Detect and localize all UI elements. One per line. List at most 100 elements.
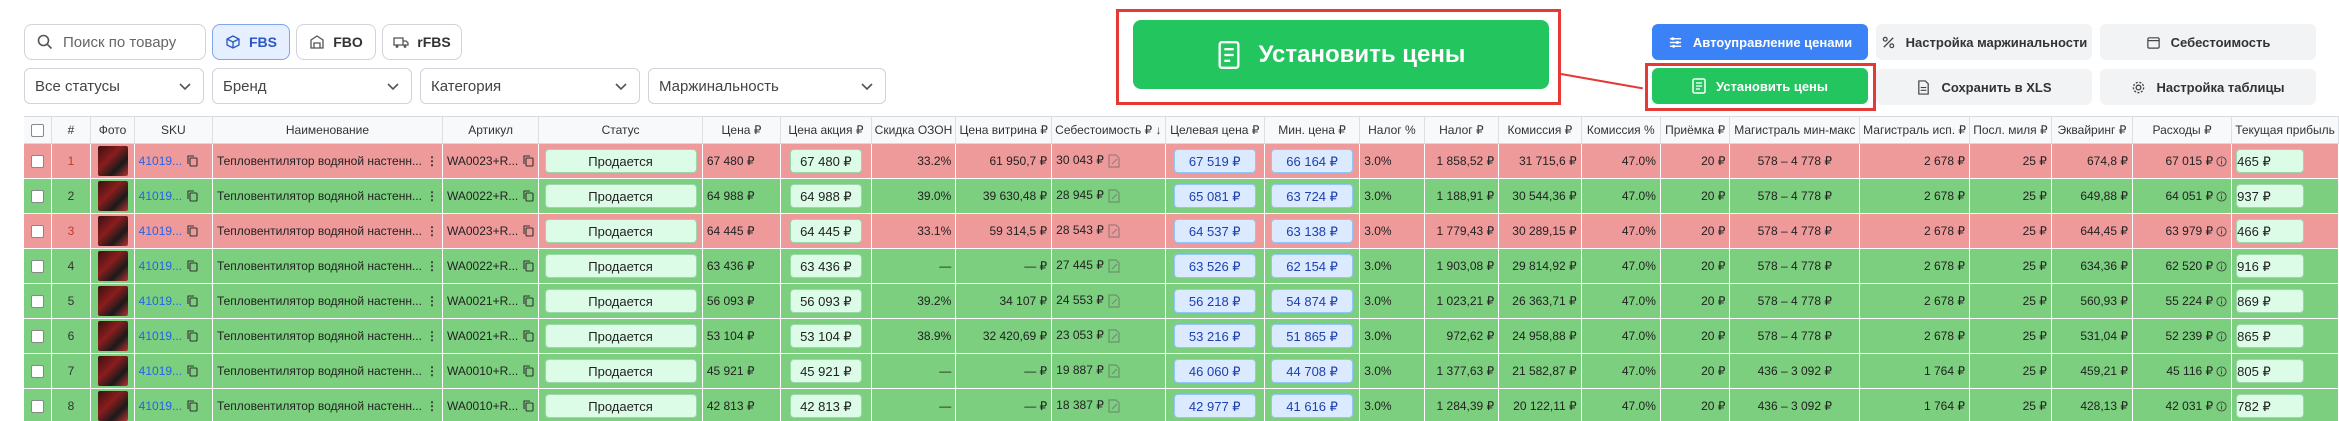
sku-link[interactable]: 41019... bbox=[139, 259, 182, 273]
promo-price-input[interactable]: 64 988 ₽ bbox=[789, 183, 862, 208]
column-header[interactable]: Налог % bbox=[1359, 117, 1425, 144]
set-prices-big-button[interactable]: Установить цены bbox=[1133, 20, 1549, 89]
table-row[interactable]: 3 41019... Тепловентилятор водяной настенн… bbox=[24, 213, 2339, 249]
product-photo[interactable] bbox=[97, 250, 128, 281]
column-header[interactable]: Комиссия ₽ bbox=[1498, 117, 1582, 144]
row-checkbox[interactable] bbox=[30, 364, 44, 378]
sku-cell[interactable]: 41019... bbox=[134, 213, 213, 249]
row-select-cell[interactable] bbox=[24, 143, 52, 179]
column-header[interactable]: Приёмка ₽ bbox=[1660, 117, 1731, 144]
info-icon[interactable] bbox=[2216, 401, 2227, 412]
edit-cost-icon[interactable] bbox=[1107, 294, 1121, 308]
product-photo[interactable] bbox=[97, 390, 128, 421]
info-icon[interactable] bbox=[2216, 366, 2227, 377]
status-badge[interactable]: Продается bbox=[544, 148, 697, 173]
sku-cell[interactable]: 41019... bbox=[134, 353, 213, 389]
row-select-cell[interactable] bbox=[24, 283, 52, 319]
promo-price-input[interactable]: 56 093 ₽ bbox=[789, 288, 862, 313]
promo-price-input[interactable]: 53 104 ₽ bbox=[789, 323, 862, 348]
min-price-input[interactable]: 44 708 ₽ bbox=[1271, 358, 1354, 383]
row-checkbox[interactable] bbox=[30, 259, 44, 273]
photo-cell[interactable] bbox=[90, 283, 135, 319]
target-price-input[interactable]: 63 526 ₽ bbox=[1173, 253, 1256, 278]
column-header[interactable]: Фото bbox=[90, 117, 135, 144]
target-price-input[interactable]: 64 537 ₽ bbox=[1173, 218, 1256, 243]
more-menu-icon[interactable]: ⋮ bbox=[426, 329, 438, 343]
info-icon[interactable] bbox=[2216, 191, 2227, 202]
column-header[interactable]: Комиссия % bbox=[1581, 117, 1661, 144]
copy-icon[interactable] bbox=[523, 155, 534, 167]
mode-rfbs-button[interactable]: rFBS bbox=[382, 24, 462, 60]
column-header[interactable]: Себестоимость ₽ ↓ bbox=[1051, 117, 1166, 144]
info-icon[interactable] bbox=[2216, 226, 2227, 237]
photo-cell[interactable] bbox=[90, 318, 135, 354]
select-all-checkbox[interactable] bbox=[30, 123, 44, 137]
row-checkbox[interactable] bbox=[30, 329, 44, 343]
column-header[interactable]: Цена витрина ₽ bbox=[955, 117, 1053, 144]
promo-price-input[interactable]: 42 813 ₽ bbox=[789, 393, 862, 418]
min-price-input[interactable]: 63 724 ₽ bbox=[1271, 183, 1354, 208]
edit-cost-icon[interactable] bbox=[1107, 224, 1121, 238]
more-menu-icon[interactable]: ⋮ bbox=[426, 399, 438, 413]
promo-price-input[interactable]: 64 445 ₽ bbox=[789, 218, 862, 243]
column-header[interactable]: Налог ₽ bbox=[1424, 117, 1500, 144]
sku-link[interactable]: 41019... bbox=[139, 294, 182, 308]
sku-link[interactable]: 41019... bbox=[139, 154, 182, 168]
column-header[interactable]: Магистраль мин-макс bbox=[1729, 117, 1861, 144]
category-filter-select[interactable]: Категория bbox=[420, 68, 640, 104]
sku-link[interactable]: 41019... bbox=[139, 189, 182, 203]
target-price-input[interactable]: 56 218 ₽ bbox=[1173, 288, 1256, 313]
status-filter-select[interactable]: Все статусы bbox=[24, 68, 204, 104]
status-badge[interactable]: Продается bbox=[544, 323, 697, 348]
product-photo[interactable] bbox=[97, 355, 128, 386]
column-header[interactable]: Цена акция ₽ bbox=[780, 117, 872, 144]
promo-price-input[interactable]: 45 921 ₽ bbox=[789, 358, 862, 383]
info-icon[interactable] bbox=[2216, 156, 2227, 167]
copy-icon[interactable] bbox=[187, 365, 198, 377]
column-header[interactable]: Наименование bbox=[212, 117, 443, 144]
edit-cost-icon[interactable] bbox=[1107, 364, 1121, 378]
copy-icon[interactable] bbox=[187, 400, 198, 412]
column-header[interactable]: Посл. миля ₽ bbox=[1969, 117, 2052, 144]
set-prices-button[interactable]: Установить цены bbox=[1652, 68, 1868, 104]
status-badge[interactable]: Продается bbox=[544, 393, 697, 418]
search-input[interactable] bbox=[63, 33, 193, 51]
min-price-input[interactable]: 51 865 ₽ bbox=[1271, 323, 1354, 348]
copy-icon[interactable] bbox=[187, 190, 198, 202]
target-price-input[interactable]: 42 977 ₽ bbox=[1173, 393, 1256, 418]
edit-cost-icon[interactable] bbox=[1107, 329, 1121, 343]
row-select-cell[interactable] bbox=[24, 353, 52, 389]
cost-button[interactable]: Себестоимость bbox=[2100, 24, 2316, 60]
sku-link[interactable]: 41019... bbox=[139, 364, 182, 378]
photo-cell[interactable] bbox=[90, 213, 135, 249]
more-menu-icon[interactable]: ⋮ bbox=[426, 259, 438, 273]
edit-cost-icon[interactable] bbox=[1107, 154, 1121, 168]
table-row[interactable]: 1 41019... Тепловентилятор водяной настенн… bbox=[24, 143, 2339, 179]
target-price-input[interactable]: 53 216 ₽ bbox=[1173, 323, 1256, 348]
target-price-input[interactable]: 46 060 ₽ bbox=[1173, 358, 1256, 383]
target-price-input[interactable]: 65 081 ₽ bbox=[1173, 183, 1256, 208]
row-select-cell[interactable] bbox=[24, 248, 52, 284]
row-select-cell[interactable] bbox=[24, 388, 52, 421]
more-menu-icon[interactable]: ⋮ bbox=[426, 189, 438, 203]
save-xls-button[interactable]: Сохранить в XLS bbox=[1876, 69, 2092, 105]
min-price-input[interactable]: 66 164 ₽ bbox=[1271, 148, 1354, 173]
copy-icon[interactable] bbox=[523, 400, 534, 412]
photo-cell[interactable] bbox=[90, 143, 135, 179]
photo-cell[interactable] bbox=[90, 178, 135, 214]
auto-prices-button[interactable]: Автоуправление ценами bbox=[1652, 24, 1868, 60]
select-all-header[interactable] bbox=[24, 117, 52, 144]
copy-icon[interactable] bbox=[187, 260, 198, 272]
column-header[interactable]: Статус bbox=[538, 117, 703, 144]
promo-price-input[interactable]: 67 480 ₽ bbox=[789, 148, 862, 173]
brand-filter-select[interactable]: Бренд bbox=[212, 68, 412, 104]
copy-icon[interactable] bbox=[187, 225, 198, 237]
sku-cell[interactable]: 41019... bbox=[134, 248, 213, 284]
sku-cell[interactable]: 41019... bbox=[134, 283, 213, 319]
column-header[interactable]: Целевая цена ₽ bbox=[1165, 117, 1265, 144]
product-photo[interactable] bbox=[97, 145, 128, 176]
mode-fbo-button[interactable]: FBO bbox=[296, 24, 376, 60]
edit-cost-icon[interactable] bbox=[1107, 189, 1121, 203]
status-badge[interactable]: Продается bbox=[544, 358, 697, 383]
row-checkbox[interactable] bbox=[30, 399, 44, 413]
